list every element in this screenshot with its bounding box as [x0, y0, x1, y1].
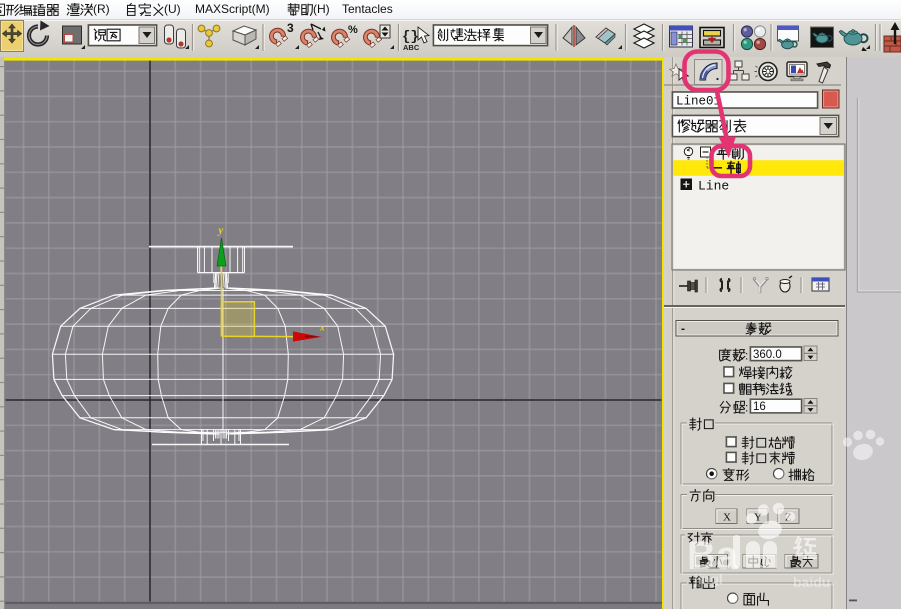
- svg-text:Z: Z: [785, 512, 792, 524]
- svg-text:ABC: ABC: [403, 43, 420, 52]
- svg-text:x: x: [319, 324, 325, 334]
- svg-text:%: %: [348, 24, 358, 36]
- svg-text:Y: Y: [754, 512, 762, 524]
- svg-text::: :: [745, 349, 748, 363]
- svg-text::: :: [745, 401, 748, 415]
- svg-text:3: 3: [287, 21, 294, 35]
- svg-text:Line01: Line01: [676, 95, 721, 109]
- svg-text:360.0: 360.0: [753, 349, 782, 361]
- svg-text:y: y: [217, 226, 224, 237]
- svg-text:16: 16: [753, 401, 766, 413]
- svg-text:-: -: [681, 322, 685, 336]
- svg-text:Line: Line: [698, 179, 729, 194]
- svg-text:X: X: [723, 512, 731, 524]
